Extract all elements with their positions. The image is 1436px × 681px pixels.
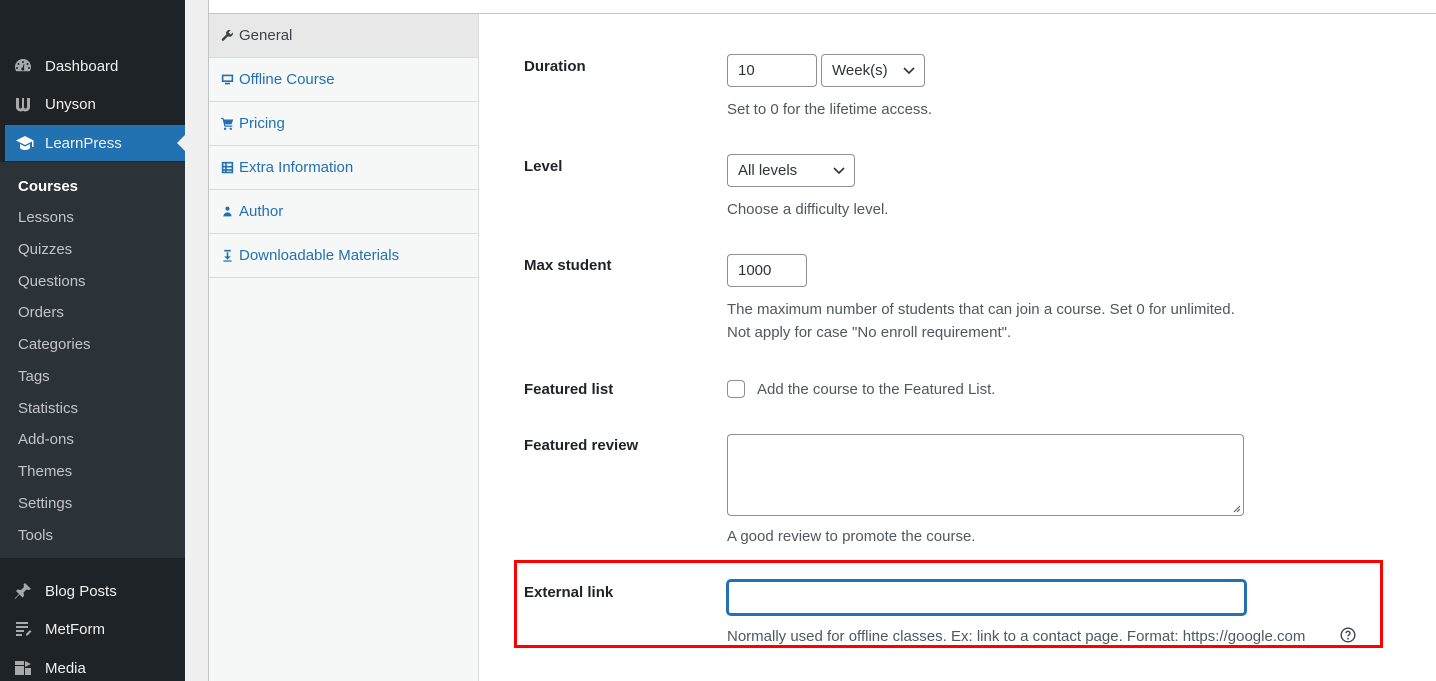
admin-sidebar: Dashboard Unyson LearnPress Courses Less… <box>0 0 185 681</box>
tab-author[interactable]: Author <box>209 190 478 234</box>
submenu-item-themes[interactable]: Themes <box>18 463 72 480</box>
external-link-description: Normally used for offline classes. Ex: l… <box>727 628 1306 645</box>
unyson-icon <box>0 94 45 114</box>
media-icon <box>0 658 45 678</box>
featured-review-description: A good review to promote the course. <box>727 528 976 545</box>
featured-list-checkbox[interactable] <box>727 380 745 398</box>
duration-input[interactable]: 10 <box>727 54 817 87</box>
desktop-icon <box>221 73 239 86</box>
submenu-item-add-ons[interactable]: Add-ons <box>18 431 74 448</box>
course-settings-metabox: General Offline Course Pricing Extra Inf… <box>208 0 1436 681</box>
menu-item-media[interactable]: Media <box>0 650 185 681</box>
menu-label: LearnPress <box>45 134 122 152</box>
tab-pricing[interactable]: Pricing <box>209 102 478 146</box>
submenu-item-settings[interactable]: Settings <box>18 495 72 512</box>
max-student-label: Max student <box>524 257 612 274</box>
graduation-cap-icon <box>5 133 45 153</box>
main-content: General Offline Course Pricing Extra Inf… <box>185 0 1436 681</box>
menu-item-unyson[interactable]: Unyson <box>0 86 185 122</box>
featured-list-checkbox-label[interactable]: Add the course to the Featured List. <box>757 378 995 401</box>
submenu-item-tags[interactable]: Tags <box>18 368 50 385</box>
featured-review-textarea[interactable] <box>727 434 1244 516</box>
menu-label: Blog Posts <box>45 582 117 600</box>
submenu-item-questions[interactable]: Questions <box>18 273 86 290</box>
resize-handle-icon[interactable] <box>1233 505 1241 513</box>
tab-offline-course[interactable]: Offline Course <box>209 58 478 102</box>
duration-unit-value: Week(s) <box>832 62 888 79</box>
tab-label: Offline Course <box>239 71 335 88</box>
submenu-item-orders[interactable]: Orders <box>18 304 64 321</box>
level-value: All levels <box>738 162 798 179</box>
tab-label: General <box>239 27 293 44</box>
menu-item-dashboard[interactable]: Dashboard <box>0 48 185 84</box>
sidebar-top <box>0 0 185 48</box>
wrench-icon <box>221 29 239 42</box>
submenu-item-tools[interactable]: Tools <box>18 527 53 544</box>
external-link-input[interactable] <box>727 580 1246 615</box>
level-select[interactable]: All levels <box>727 154 855 187</box>
submenu-item-lessons[interactable]: Lessons <box>18 209 74 226</box>
menu-label: Dashboard <box>45 57 119 75</box>
download-icon <box>221 249 239 262</box>
external-link-label: External link <box>524 584 614 601</box>
featured-list-label: Featured list <box>524 381 614 398</box>
max-student-value: 1000 <box>738 262 772 279</box>
learnpress-submenu: Courses Lessons Quizzes Questions Orders… <box>0 162 185 558</box>
list-icon <box>221 161 239 174</box>
menu-label: Unyson <box>45 95 96 113</box>
menu-label: Media <box>45 659 86 677</box>
duration-description: Set to 0 for the lifetime access. <box>727 101 933 118</box>
duration-label: Duration <box>524 58 586 75</box>
tab-general[interactable]: General <box>209 14 478 58</box>
level-label: Level <box>524 158 563 175</box>
cart-icon <box>221 117 239 130</box>
submenu-item-courses[interactable]: Courses <box>18 178 78 195</box>
help-icon[interactable] <box>1340 627 1356 643</box>
duration-unit-select[interactable]: Week(s) <box>821 54 925 87</box>
dashboard-icon <box>0 56 45 76</box>
chevron-down-icon <box>894 66 924 75</box>
tab-label: Extra Information <box>239 159 354 176</box>
max-student-description: The maximum number of students that can … <box>727 301 1235 318</box>
tab-downloadable-materials[interactable]: Downloadable Materials <box>209 234 478 278</box>
users-icon <box>221 205 239 218</box>
menu-item-blog-posts[interactable]: Blog Posts <box>0 573 185 609</box>
submenu-item-quizzes[interactable]: Quizzes <box>18 241 72 258</box>
form-icon <box>0 619 45 639</box>
max-student-input[interactable]: 1000 <box>727 254 807 287</box>
tab-label: Downloadable Materials <box>239 247 400 264</box>
tab-label: Pricing <box>239 115 285 132</box>
submenu-item-categories[interactable]: Categories <box>18 336 91 353</box>
chevron-down-icon <box>824 166 854 175</box>
duration-value: 10 <box>738 62 755 79</box>
level-description: Choose a difficulty level. <box>727 201 889 218</box>
menu-item-learnpress[interactable]: LearnPress <box>5 125 185 161</box>
menu-item-metform[interactable]: MetForm <box>0 611 185 647</box>
tab-extra-information[interactable]: Extra Information <box>209 146 478 190</box>
featured-review-label: Featured review <box>524 437 639 454</box>
tab-label: Author <box>239 203 284 220</box>
settings-tabs: General Offline Course Pricing Extra Inf… <box>209 14 479 681</box>
pin-icon <box>0 581 45 601</box>
menu-label: MetForm <box>45 620 105 638</box>
max-student-note: Not apply for case "No enroll requiremen… <box>727 324 1012 341</box>
submenu-item-statistics[interactable]: Statistics <box>18 400 78 417</box>
